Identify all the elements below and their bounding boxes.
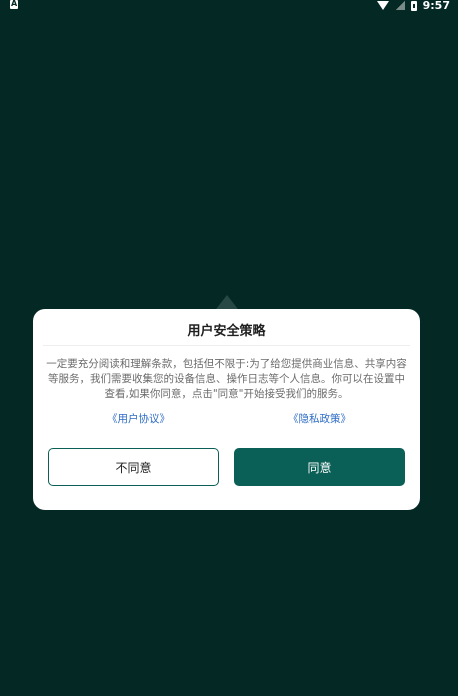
title-divider	[43, 345, 410, 346]
wifi-icon	[376, 1, 389, 10]
security-policy-dialog: 用户安全策略 一定要充分阅读和理解条款，包括但不限于:为了给您提供商业信息、共享…	[33, 309, 420, 510]
app-screen: A 9:57 用户安全策略 一定要充分阅读和理解条款，包括但不限于:为了给您提供…	[0, 0, 458, 696]
disagree-button-label: 不同意	[115, 460, 152, 475]
agree-button-label: 同意	[307, 460, 332, 475]
privacy-policy-link[interactable]: 《隐私政策》	[288, 411, 351, 426]
agree-button[interactable]: 同意	[234, 448, 405, 486]
user-agreement-link[interactable]: 《用户协议》	[107, 411, 170, 426]
status-icons: 9:57	[376, 0, 450, 12]
status-bar: A 9:57	[0, 0, 458, 12]
dialog-body-text: 一定要充分阅读和理解条款，包括但不限于:为了给您提供商业信息、共享内容等服务，我…	[46, 358, 407, 400]
signal-icon	[394, 1, 405, 10]
clock: 9:57	[422, 0, 450, 12]
notification-icon: A	[10, 0, 18, 9]
disagree-button[interactable]: 不同意	[48, 448, 219, 486]
battery-icon	[410, 0, 417, 11]
dialog-title: 用户安全策略	[187, 324, 266, 339]
